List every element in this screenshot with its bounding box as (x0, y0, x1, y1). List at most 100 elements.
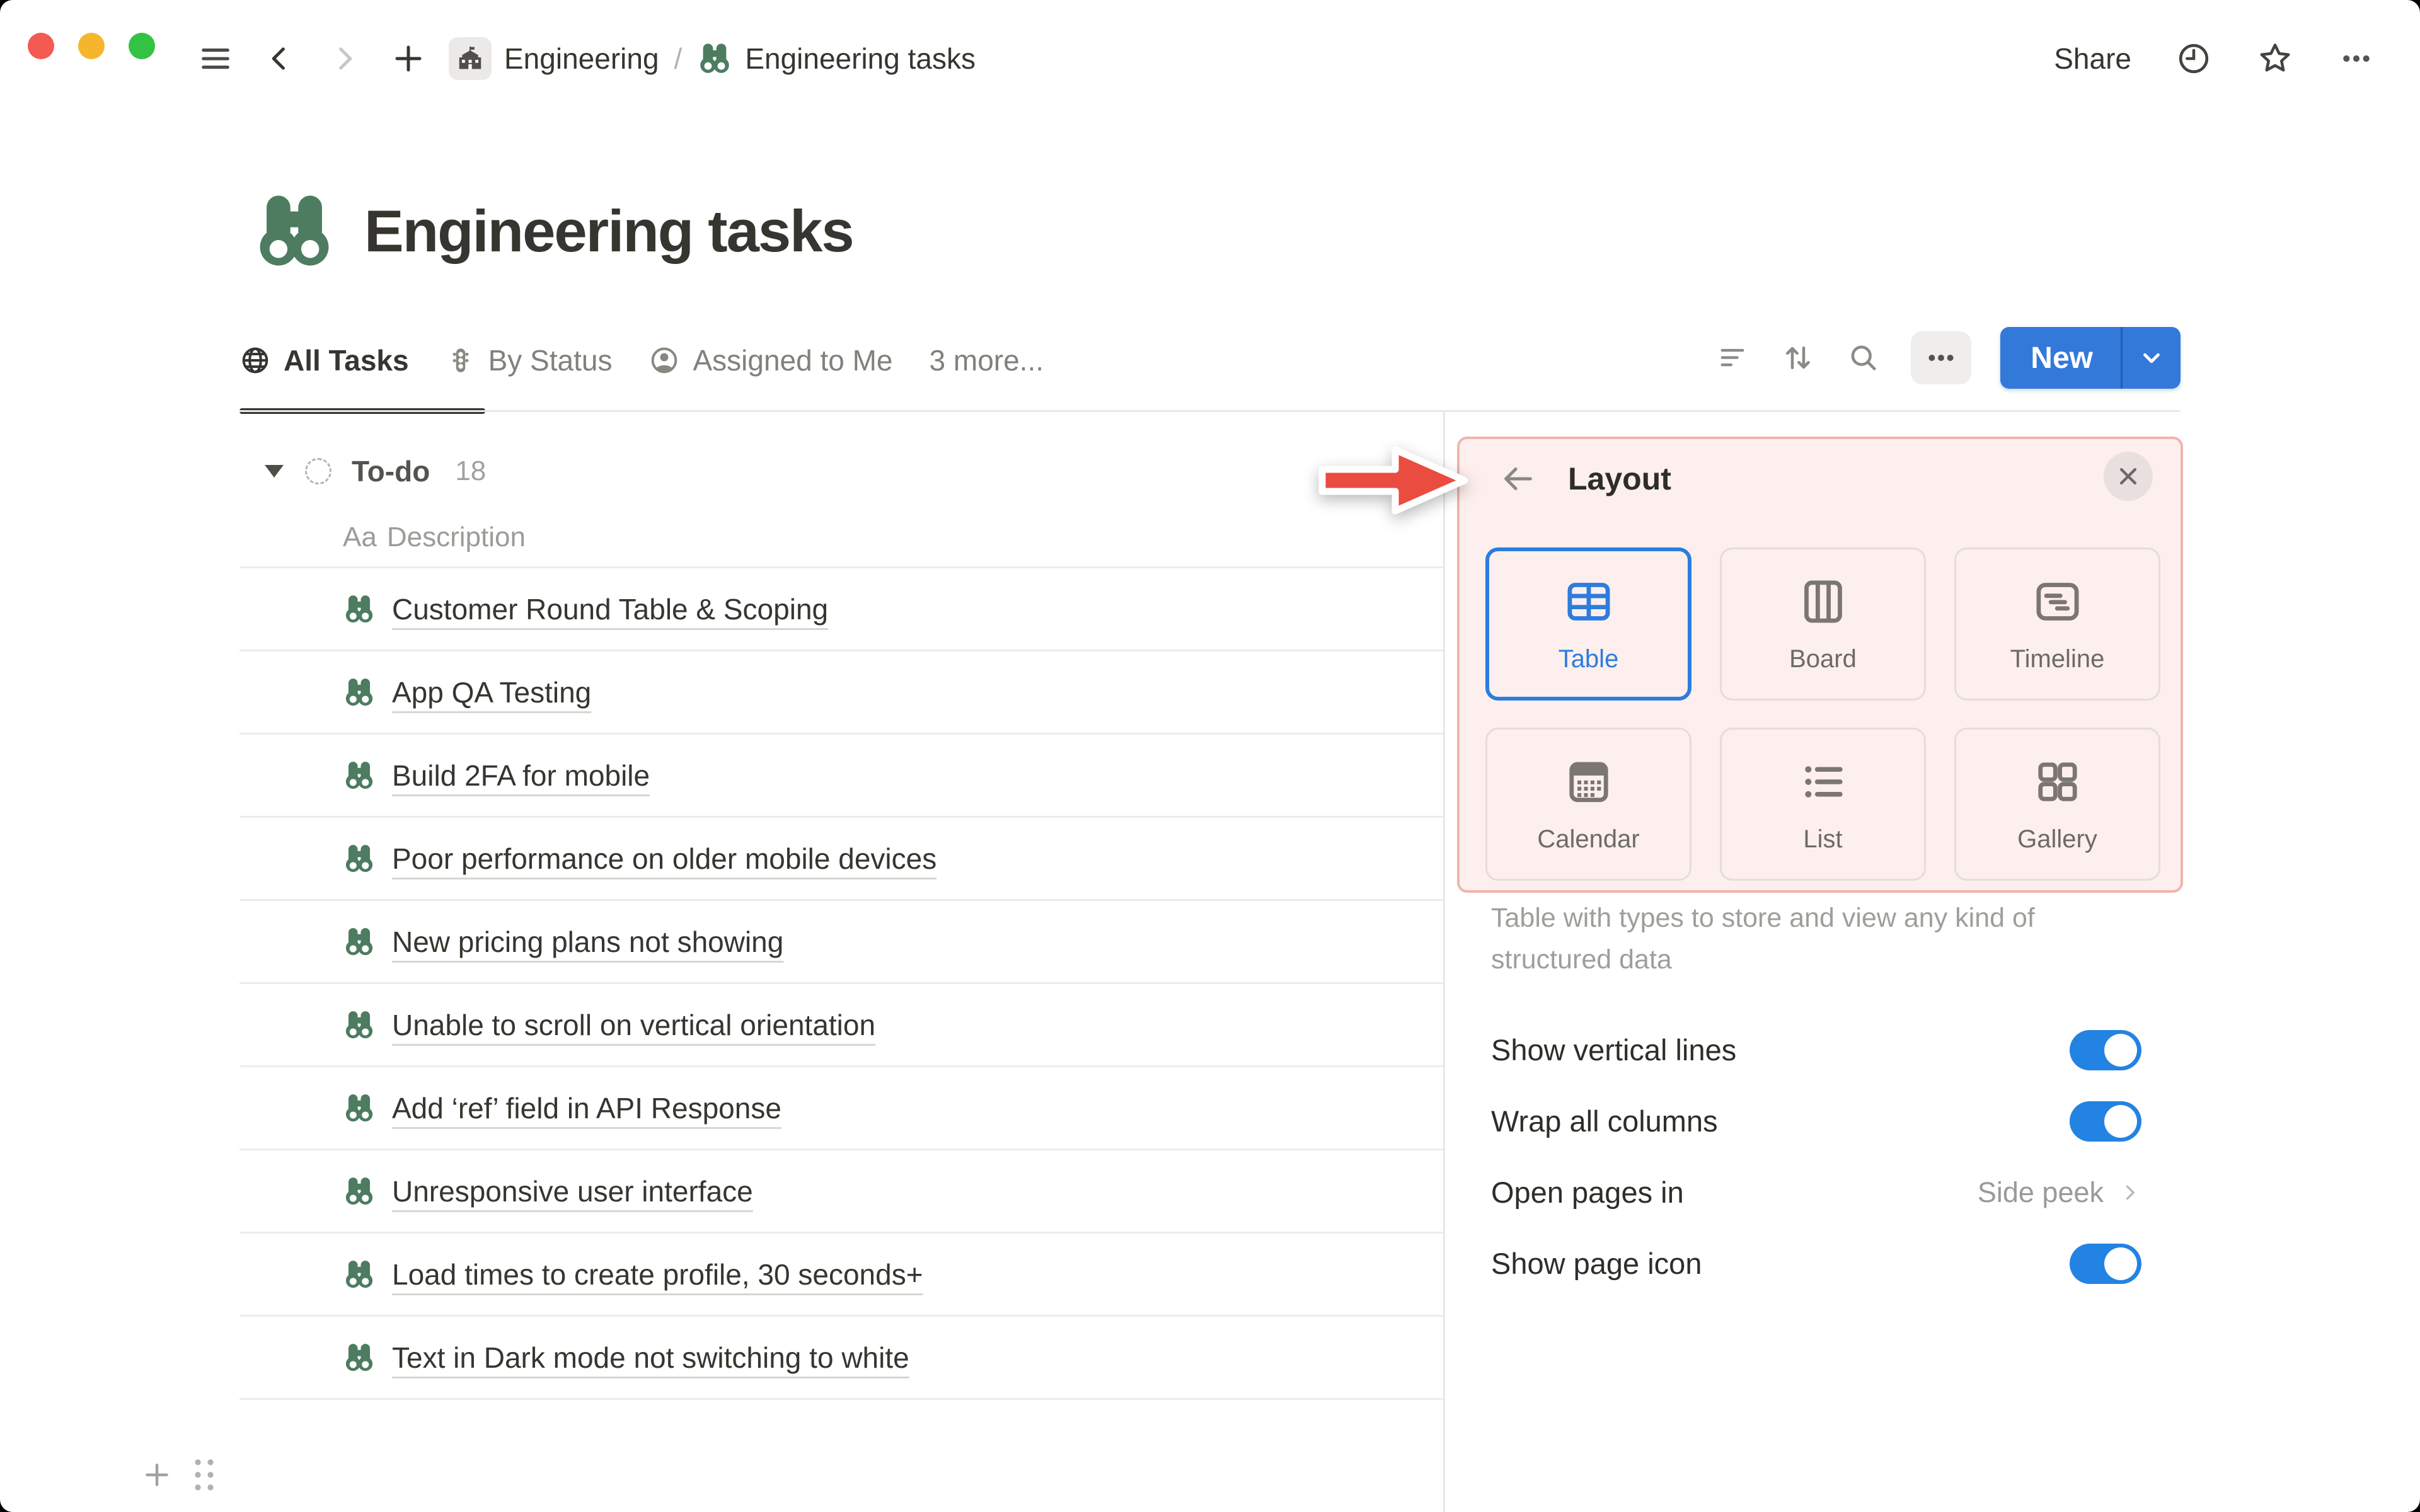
setting-label: Open pages in (1491, 1176, 1684, 1209)
table-row[interactable]: New pricing plans not showing (239, 901, 1443, 984)
table-row[interactable]: Add ‘ref’ field in API Response (239, 1067, 1443, 1150)
table-row[interactable]: Unable to scroll on vertical orientation (239, 984, 1443, 1067)
row-title[interactable]: Add ‘ref’ field in API Response (392, 1091, 781, 1125)
setting-label: Wrap all columns (1491, 1104, 1718, 1138)
star-icon[interactable] (2256, 40, 2294, 77)
table-row[interactable]: Poor performance on older mobile devices (239, 818, 1443, 901)
row-title[interactable]: Unresponsive user interface (392, 1174, 753, 1208)
close-icon (2116, 464, 2141, 489)
back-arrow-icon[interactable] (1499, 459, 1538, 498)
layout-option-label: Table (1558, 645, 1619, 673)
layout-option-label: List (1803, 825, 1843, 853)
row-title[interactable]: Text in Dark mode not switching to white (392, 1341, 909, 1375)
row-title[interactable]: Unable to scroll on vertical orientation (392, 1008, 875, 1042)
sort-icon[interactable] (1780, 340, 1816, 376)
row-title[interactable]: Load times to create profile, 30 seconds… (392, 1257, 923, 1292)
layout-option-calendar[interactable]: Calendar (1485, 728, 1691, 881)
show-page-icon-toggle[interactable] (2070, 1243, 2141, 1284)
drag-handle-icon[interactable] (190, 1457, 218, 1493)
setting-label: Show vertical lines (1491, 1033, 1737, 1067)
search-icon[interactable] (1845, 340, 1882, 376)
layout-panel-title: Layout (1568, 461, 1671, 496)
window-controls (28, 33, 155, 59)
page-title[interactable]: Engineering tasks (364, 197, 855, 265)
add-row-icon[interactable] (141, 1459, 173, 1491)
sidebar-menu-button[interactable] (197, 40, 234, 77)
binoculars-icon (343, 676, 376, 709)
plus-icon (391, 42, 425, 76)
breadcrumb-page[interactable]: Engineering tasks (745, 42, 976, 76)
page-title-block: Engineering tasks (252, 189, 855, 273)
setting-wrap-all-columns: Wrap all columns (1491, 1085, 2141, 1157)
nav-controls (197, 38, 427, 79)
view-tabs: All Tasks By Status Assigned to Me 3 mor… (239, 329, 1044, 392)
show-vertical-lines-toggle[interactable] (2070, 1029, 2141, 1070)
page-binoculars-icon[interactable] (252, 189, 337, 273)
binoculars-icon (343, 1009, 376, 1041)
breadcrumb-separator: / (674, 42, 683, 75)
new-button-group: New (2000, 327, 2181, 389)
table-row[interactable]: Unresponsive user interface (239, 1150, 1443, 1234)
tabs-divider (239, 410, 2181, 412)
row-title[interactable]: App QA Testing (392, 675, 591, 709)
layout-option-list[interactable]: List (1720, 728, 1926, 881)
new-page-button[interactable] (389, 40, 427, 77)
table-row[interactable]: Build 2FA for mobile (239, 735, 1443, 818)
column-divider (1443, 412, 1445, 1512)
breadcrumb-workspace[interactable]: Engineering (504, 42, 659, 76)
ellipsis-icon (1924, 341, 1958, 375)
row-title[interactable]: Customer Round Table & Scoping (392, 592, 828, 626)
back-button[interactable] (261, 40, 299, 77)
close-panel-button[interactable] (2104, 452, 2153, 501)
notion-window: Engineering / Engineering tasks Share En… (0, 0, 2420, 1512)
collapse-triangle-icon[interactable] (265, 465, 284, 478)
layout-description: Table with types to store and view any k… (1491, 903, 2035, 975)
row-title[interactable]: New pricing plans not showing (392, 925, 783, 959)
table-row[interactable]: App QA Testing (239, 651, 1443, 735)
workspace-crumb-icon-box[interactable] (449, 37, 492, 80)
filter-icon[interactable] (1714, 340, 1751, 376)
binoculars-icon (343, 759, 376, 792)
row-title[interactable]: Poor performance on older mobile devices (392, 842, 936, 876)
tab-by-status[interactable]: By Status (446, 343, 612, 377)
group-name: To-do (352, 455, 430, 488)
table-row[interactable]: Customer Round Table & Scoping (239, 568, 1443, 651)
row-title[interactable]: Build 2FA for mobile (392, 759, 650, 793)
tab-label: Assigned to Me (693, 344, 893, 377)
layout-option-gallery[interactable]: Gallery (1954, 728, 2160, 881)
layout-option-table[interactable]: Table (1485, 547, 1691, 701)
setting-open-pages-in[interactable]: Open pages in Side peek (1491, 1157, 2141, 1228)
tab-more-views[interactable]: 3 more... (930, 343, 1044, 377)
forward-button[interactable] (325, 40, 363, 77)
text-type-icon: Aa (343, 521, 377, 553)
zoom-window-button[interactable] (129, 33, 155, 59)
table-row[interactable]: Text in Dark mode not switching to white (239, 1317, 1443, 1400)
tab-assigned-to-me[interactable]: Assigned to Me (648, 343, 893, 377)
group-count: 18 (455, 455, 487, 486)
new-dropdown-button[interactable] (2123, 327, 2181, 389)
setting-label: Show page icon (1491, 1247, 1702, 1280)
binoculars-icon (343, 925, 376, 958)
open-pages-in-value[interactable]: Side peek (1978, 1176, 2141, 1209)
layout-option-board[interactable]: Board (1720, 547, 1926, 701)
tab-label: 3 more... (929, 344, 1044, 377)
tab-all-tasks[interactable]: All Tasks (239, 343, 409, 377)
layout-option-timeline[interactable]: Timeline (1954, 547, 2160, 701)
binoculars-icon (343, 1175, 376, 1208)
wrap-all-columns-toggle[interactable] (2070, 1101, 2141, 1142)
column-header-description[interactable]: Aa Description (239, 508, 1443, 568)
views-bar: All Tasks By Status Assigned to Me 3 mor… (239, 315, 2181, 414)
close-window-button[interactable] (28, 33, 54, 59)
view-settings-button[interactable] (1911, 331, 1972, 384)
clock-icon[interactable] (2175, 40, 2212, 77)
more-options-icon[interactable] (2338, 40, 2375, 77)
binoculars-icon (343, 842, 376, 875)
calendar-view-icon (1562, 755, 1616, 809)
binoculars-icon (697, 41, 732, 76)
share-button[interactable]: Share (2054, 42, 2131, 76)
building-icon (456, 44, 485, 73)
group-header-todo[interactable]: To-do 18 (239, 435, 1443, 508)
table-row[interactable]: Load times to create profile, 30 seconds… (239, 1234, 1443, 1317)
new-button[interactable]: New (2000, 327, 2121, 389)
minimize-window-button[interactable] (78, 33, 105, 59)
